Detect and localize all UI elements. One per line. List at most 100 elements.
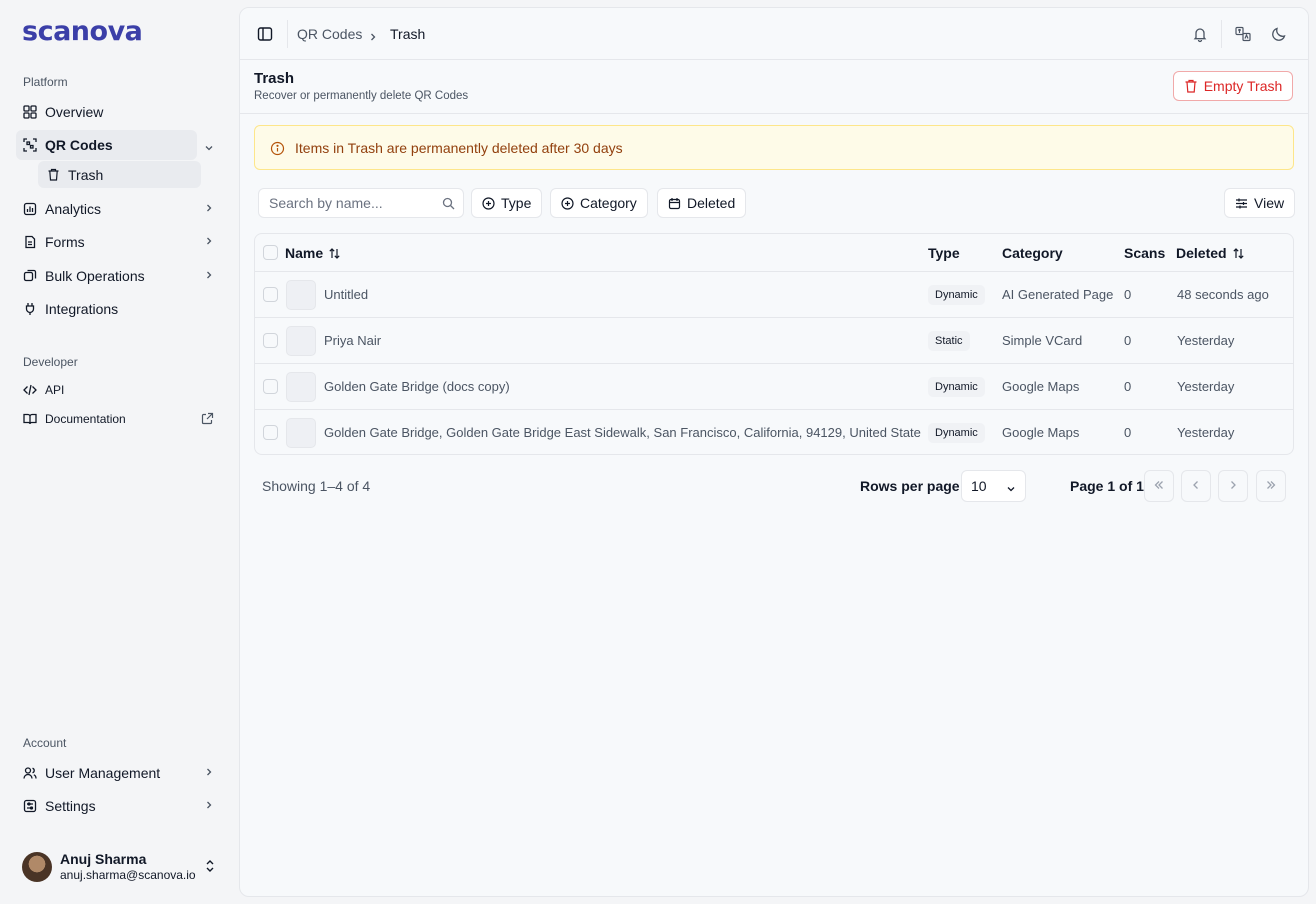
row-deleted: 48 seconds ago [1177, 287, 1269, 302]
sidebar-item-qr-codes[interactable]: QR Codes [16, 130, 197, 160]
table-row[interactable]: Golden Gate Bridge, Golden Gate Bridge E… [255, 410, 1293, 454]
page-subtitle: Recover or permanently delete QR Codes [254, 90, 469, 102]
sidebar-item-documentation[interactable]: Documentation [16, 404, 222, 434]
row-category: Google Maps [1002, 425, 1080, 440]
qr-thumbnail [286, 418, 316, 448]
avatar [22, 852, 52, 882]
trash-icon [47, 168, 60, 181]
view-button[interactable]: View [1224, 188, 1295, 218]
sidebar-item-label: Trash [68, 166, 104, 183]
plus-circle-icon [482, 196, 495, 210]
trash-icon [1184, 79, 1198, 93]
search-input[interactable] [258, 188, 464, 218]
sliders-icon [1235, 197, 1248, 210]
section-label-platform: Platform [23, 75, 68, 89]
sidebar-item-label: Forms [45, 234, 85, 250]
user-email: anuj.sharma@scanova.io [60, 868, 196, 882]
type-badge: Dynamic [928, 423, 985, 443]
chevrons-left-icon [1153, 478, 1165, 494]
previous-page-button[interactable] [1181, 470, 1211, 502]
book-icon [23, 412, 37, 426]
column-header-type: Type [928, 245, 960, 261]
first-page-button[interactable] [1144, 470, 1174, 502]
sidebar-toggle-icon[interactable] [256, 25, 274, 43]
select-all-checkbox[interactable] [263, 245, 278, 260]
column-header-label: Name [285, 245, 324, 261]
chevron-right-icon [204, 203, 214, 213]
sidebar-item-label: Integrations [45, 301, 119, 317]
rows-per-page-select[interactable]: 10 [961, 470, 1026, 502]
next-page-button[interactable] [1218, 470, 1248, 502]
sidebar-item-analytics[interactable]: Analytics [16, 194, 222, 224]
calendar-icon [668, 197, 681, 210]
view-label: View [1254, 195, 1285, 211]
sidebar-item-label: Settings [45, 798, 96, 814]
rows-per-page-value: 10 [971, 478, 987, 494]
type-badge: Static [928, 331, 970, 351]
last-page-button[interactable] [1256, 470, 1286, 502]
user-name: Anuj Sharma [60, 851, 147, 867]
column-header-label: Deleted [1176, 245, 1227, 261]
topbar: QR Codes Trash [240, 8, 1308, 60]
sidebar-item-overview[interactable]: Overview [16, 97, 222, 127]
chevron-down-icon[interactable] [204, 140, 214, 156]
row-category: AI Generated Page [1002, 287, 1114, 302]
page-title: Trash [254, 70, 295, 87]
moon-icon[interactable] [1270, 25, 1288, 43]
page-indicator: Page 1 of 1 [1070, 478, 1144, 494]
row-deleted: Yesterday [1177, 333, 1235, 348]
info-icon [270, 141, 285, 156]
sidebar-item-bulk-operations[interactable]: Bulk Operations [16, 261, 222, 291]
table-row[interactable]: Priya Nair Static Simple VCard 0 Yesterd… [255, 318, 1293, 364]
form-icon [23, 235, 37, 249]
code-icon [23, 383, 37, 397]
sidebar-item-user-management[interactable]: User Management [16, 758, 222, 788]
qr-thumbnail [286, 280, 316, 310]
sidebar-item-label: Analytics [45, 201, 102, 217]
search-icon [442, 197, 455, 210]
row-checkbox[interactable] [263, 379, 278, 394]
sidebar-item-trash[interactable]: Trash [38, 161, 201, 188]
filter-type-button[interactable]: Type [471, 188, 543, 218]
filter-deleted-button[interactable]: Deleted [657, 188, 747, 218]
users-icon [23, 766, 37, 780]
sidebar-item-integrations[interactable]: Integrations [16, 294, 222, 324]
row-checkbox[interactable] [263, 287, 278, 302]
plug-icon [23, 302, 37, 316]
qr-thumbnail [286, 326, 316, 356]
brand-logo[interactable]: scanova [22, 16, 143, 47]
row-name: Golden Gate Bridge (docs copy) [324, 379, 510, 394]
filter-label: Category [580, 195, 637, 211]
sidebar-item-label: User Management [45, 765, 161, 781]
row-checkbox[interactable] [263, 425, 278, 440]
showing-count: Showing 1–4 of 4 [262, 478, 371, 494]
plus-circle-icon [561, 196, 574, 210]
bell-icon[interactable] [1191, 25, 1209, 43]
empty-trash-button[interactable]: Empty Trash [1173, 71, 1293, 101]
type-badge: Dynamic [928, 285, 985, 305]
row-name: Priya Nair [324, 333, 382, 348]
sidebar-item-settings[interactable]: Settings [16, 791, 222, 821]
sort-icon [1232, 247, 1245, 260]
sidebar-item-api[interactable]: API [16, 375, 222, 405]
translate-icon[interactable] [1234, 25, 1252, 43]
sidebar-item-label: Overview [45, 104, 104, 120]
table-row[interactable]: Untitled Dynamic AI Generated Page 0 48 … [255, 272, 1293, 318]
settings-icon [23, 799, 37, 813]
sidebar-item-label: Documentation [45, 412, 126, 426]
column-header-name[interactable]: Name [285, 245, 341, 261]
sidebar-item-label: QR Codes [45, 137, 113, 153]
row-checkbox[interactable] [263, 333, 278, 348]
sidebar: scanova Platform Overview QR Codes Trash… [0, 0, 238, 904]
sidebar-item-label: Bulk Operations [45, 268, 145, 284]
row-scans: 0 [1124, 425, 1132, 440]
filter-category-button[interactable]: Category [550, 188, 648, 218]
chevron-right-icon [204, 800, 214, 810]
sidebar-item-forms[interactable]: Forms [16, 227, 222, 257]
column-header-deleted[interactable]: Deleted [1176, 245, 1245, 261]
breadcrumb-qr-codes[interactable]: QR Codes [297, 26, 362, 42]
user-menu[interactable]: Anuj Sharma anuj.sharma@scanova.io [22, 850, 222, 884]
info-alert: Items in Trash are permanently deleted a… [254, 125, 1294, 170]
row-name: Golden Gate Bridge, Golden Gate Bridge E… [324, 425, 921, 440]
table-row[interactable]: Golden Gate Bridge (docs copy) Dynamic G… [255, 364, 1293, 410]
